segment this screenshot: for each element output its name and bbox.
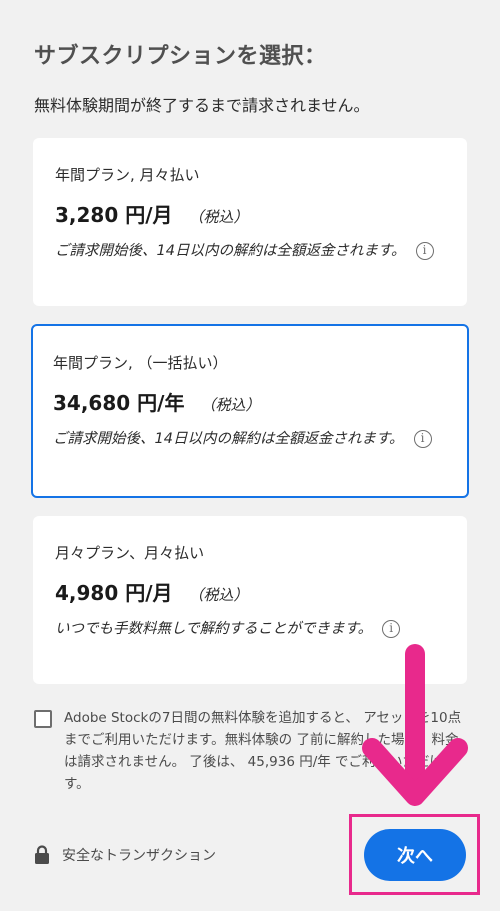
secure-transaction-label: 安全なトランザクション (62, 848, 216, 864)
stock-addon-checkbox[interactable] (34, 710, 52, 728)
plan-note: ご請求開始後、14日以内の解約は全額返金されます。 i (55, 238, 435, 264)
page-title: サブスクリプションを選択： (34, 44, 327, 69)
stock-addon-text: Adobe Stockの7日間の無料体験を追加すると、 アセットを10点までご利… (64, 710, 462, 792)
plan-note: ご請求開始後、14日以内の解約は全額返金されます。 i (53, 426, 433, 452)
info-icon[interactable]: i (413, 430, 432, 448)
plan-tax: （税込） (200, 396, 261, 414)
plan-note: いつでも手数料無しで解約することができます。 i (55, 616, 435, 642)
plan-name: 年間プラン, 月々払い (55, 166, 200, 184)
info-icon[interactable]: i (415, 242, 434, 260)
plan-note-text: ご請求開始後、14日以内の解約は全額返金されます。 (55, 243, 406, 259)
lock-icon (35, 845, 49, 864)
secure-transaction: 安全なトランザクション (34, 845, 216, 865)
info-icon[interactable]: i (382, 620, 401, 638)
plan-name: 月々プラン、月々払い (55, 544, 205, 562)
plan-card-annual-prepaid[interactable]: 年間プラン, （一括払い） 34,680 円/年 （税込） ご請求開始後、14日… (31, 324, 469, 498)
plan-price: 3,280 円/月 (55, 203, 173, 227)
next-button[interactable]: 次へ (364, 829, 466, 881)
plan-name: 年間プラン, （一括払い） (53, 354, 228, 372)
plan-note-text: いつでも手数料無しで解約することができます。 (55, 621, 373, 637)
plan-tax: （税込） (188, 586, 249, 604)
plan-price: 4,980 円/月 (55, 581, 173, 605)
stock-addon: Adobe Stockの7日間の無料体験を追加すると、 アセットを10点までご利… (34, 707, 474, 795)
plan-price: 34,680 円/年 (53, 391, 185, 415)
plan-card-monthly[interactable]: 月々プラン、月々払い 4,980 円/月 （税込） いつでも手数料無しで解約する… (33, 516, 467, 684)
plan-tax: （税込） (188, 208, 249, 226)
plan-note-text: ご請求開始後、14日以内の解約は全額返金されます。 (53, 431, 404, 447)
page-subtitle: 無料体験期間が終了するまで請求されません。 (34, 96, 370, 115)
plan-card-annual-monthly[interactable]: 年間プラン, 月々払い 3,280 円/月 （税込） ご請求開始後、14日以内の… (33, 138, 467, 306)
